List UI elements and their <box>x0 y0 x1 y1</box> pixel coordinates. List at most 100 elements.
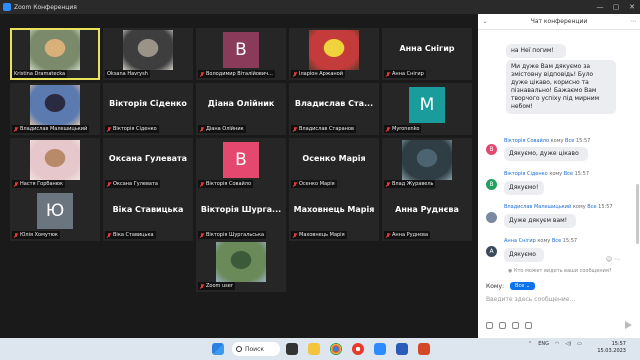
sender-avatar[interactable]: В <box>486 144 497 155</box>
file-explorer-icon[interactable] <box>308 343 320 355</box>
participant-name-label: Zoom user <box>198 282 235 290</box>
participant-name-label: Анна Снігир <box>384 70 426 78</box>
video-tile[interactable]: Віка Ставицька Віка Ставицька <box>103 189 193 241</box>
video-tile[interactable]: Владислав Ста... Владислав Старанов <box>289 83 379 135</box>
video-tile[interactable]: Владислав Малешицький <box>10 83 100 135</box>
yandex-browser-icon[interactable] <box>352 343 364 355</box>
video-tile[interactable]: В Володимир Віталійович... <box>196 28 286 80</box>
photo-woman-blonde <box>30 30 80 70</box>
chevron-up-icon[interactable]: ⌃ <box>528 341 532 347</box>
wifi-icon[interactable]: ◠ <box>555 341 559 347</box>
recipient-name: Все <box>563 171 573 177</box>
video-tile[interactable]: Влад Журавель <box>382 138 472 190</box>
screenshot-icon[interactable] <box>499 321 506 329</box>
participant-name: Анна Снігир <box>392 71 424 77</box>
muted-mic-icon <box>107 232 111 238</box>
sender-name[interactable]: Вікторія Сіденко <box>504 171 548 177</box>
video-tile[interactable]: M Myronenko <box>382 83 472 135</box>
participant-name-label: Володимир Віталійович... <box>198 70 275 78</box>
close-button[interactable]: ✕ <box>624 3 640 11</box>
reaction-icon[interactable]: ☺ ⋯ <box>606 256 620 263</box>
chat-scrollbar[interactable] <box>636 184 639 244</box>
sender-name[interactable]: Анна Снігир <box>504 238 536 244</box>
sender-name[interactable]: Вікторія Совайло <box>504 138 549 144</box>
message-time: 15:57 <box>598 204 613 210</box>
word-icon[interactable] <box>396 343 408 355</box>
file-icon[interactable] <box>512 321 519 329</box>
sender-avatar[interactable]: В <box>486 179 497 190</box>
more-icon[interactable]: ⋯ <box>626 18 640 25</box>
muted-mic-icon <box>200 232 204 238</box>
recipient-dropdown[interactable]: Все ⌄ <box>510 282 536 290</box>
chevron-down-icon[interactable]: ⌄ <box>478 18 492 25</box>
video-tile[interactable]: Ю Юлія Хомутюк <box>10 189 100 241</box>
language-indicator[interactable]: ENG <box>538 341 549 347</box>
muted-mic-icon <box>14 181 18 187</box>
chat-messages[interactable]: на Неї погим! Ми дуже Вам дякуємо за зміс… <box>478 30 640 274</box>
sender-name[interactable]: Владислав Малешицький <box>504 204 571 210</box>
muted-mic-icon <box>293 232 297 238</box>
muted-mic-icon <box>200 283 204 289</box>
participant-name-label: Настя Горбанюк <box>12 180 66 188</box>
sender-avatar[interactable] <box>486 212 497 223</box>
video-tile[interactable]: Настя Горбанюк <box>10 138 100 190</box>
participant-name: Вікторія Совайло <box>206 181 252 187</box>
to-word: кому <box>550 138 564 144</box>
video-tile[interactable]: Zoom user <box>196 240 286 292</box>
recipient-name: Все <box>587 204 597 210</box>
video-tile[interactable]: Діана Олійник Діана Олійник <box>196 83 286 135</box>
muted-mic-icon <box>107 126 111 132</box>
video-tile[interactable]: В Вікторія Совайло <box>196 138 286 190</box>
volume-icon[interactable]: ◁) <box>565 341 571 347</box>
windows-start-icon[interactable] <box>212 343 224 355</box>
video-tile[interactable]: Маховнець Марія Маховнець Марія <box>289 189 379 241</box>
format-icon[interactable] <box>486 321 493 329</box>
muted-mic-icon <box>14 126 18 132</box>
send-icon[interactable] <box>625 321 632 329</box>
chat-input[interactable]: Введите здесь сообщение... <box>486 296 632 310</box>
participant-display-name: Діана Олійник <box>207 99 275 108</box>
participant-name-label: Влад Журавель <box>384 180 436 188</box>
zoom-taskbar-icon[interactable] <box>374 343 386 355</box>
who-can-see-link[interactable]: ◉ Кто может видеть ваши сообщения? <box>508 268 612 274</box>
participant-display-name: Маховнець Марія <box>293 205 375 214</box>
system-tray: ⌃ ENG ◠ ◁) ▭ <box>528 341 582 347</box>
video-tile[interactable]: Оксана Гулевата Оксана Гулевата <box>103 138 193 190</box>
video-tile[interactable]: Вікторія Шурга... Вікторія Шургальська <box>196 189 286 241</box>
video-tile[interactable]: Oksana Havrysh <box>103 28 193 80</box>
task-view-icon[interactable] <box>286 343 298 355</box>
battery-icon[interactable]: ▭ <box>577 341 582 347</box>
message-header: Вікторія Совайло кому Все 15:57 <box>504 138 590 144</box>
sender-avatar[interactable]: A <box>486 246 497 257</box>
emoji-icon[interactable] <box>525 321 532 329</box>
participant-name: Оксана Гулевата <box>113 181 158 187</box>
message-time: 15:57 <box>574 171 590 177</box>
message-bubble: Дякуємо, дуже цікаво <box>504 147 588 161</box>
participant-name: Вікторія Сіденко <box>113 126 157 132</box>
participant-name-label: Анна Руднєва <box>384 231 431 239</box>
chrome-icon[interactable] <box>330 343 342 355</box>
title-bar: Zoom Конференция — ▢ ✕ <box>0 0 640 14</box>
muted-mic-icon <box>14 232 18 238</box>
participant-name-label: Вікторія Совайло <box>198 180 254 188</box>
message-bubble: Дуже дякуєм вам! <box>504 214 576 228</box>
recipient-name: Все <box>551 238 562 244</box>
message-header: Владислав Малешицький кому Все 15:57 <box>504 204 613 210</box>
search-icon <box>236 346 242 352</box>
taskbar-search[interactable]: Поиск <box>232 342 280 356</box>
powerpoint-icon[interactable] <box>418 343 430 355</box>
participant-name: Владислав Малешицький <box>20 126 88 132</box>
taskbar-clock[interactable]: 15:57 15.03.2023 <box>588 341 626 355</box>
chat-header: ⌄ Чат конференции ⋯ <box>478 14 640 30</box>
minimize-button[interactable]: — <box>592 3 608 11</box>
video-tile[interactable]: Анна Снігир Анна Снігир <box>382 28 472 80</box>
maximize-button[interactable]: ▢ <box>608 3 624 11</box>
video-tile[interactable]: Іларіон Аржаной <box>289 28 379 80</box>
participant-display-name: Віка Ставицька <box>112 205 184 214</box>
video-tile[interactable]: Kristina Dramatecka <box>10 28 100 80</box>
video-tile[interactable]: Осенко Марія Осенко Марія <box>289 138 379 190</box>
muted-mic-icon <box>293 71 297 77</box>
video-tile[interactable]: Анна Руднєва Анна Руднєва <box>382 189 472 241</box>
video-tile[interactable]: Вікторія Сіденко Вікторія Сіденко <box>103 83 193 135</box>
participant-name: Oksana Havrysh <box>107 71 148 77</box>
